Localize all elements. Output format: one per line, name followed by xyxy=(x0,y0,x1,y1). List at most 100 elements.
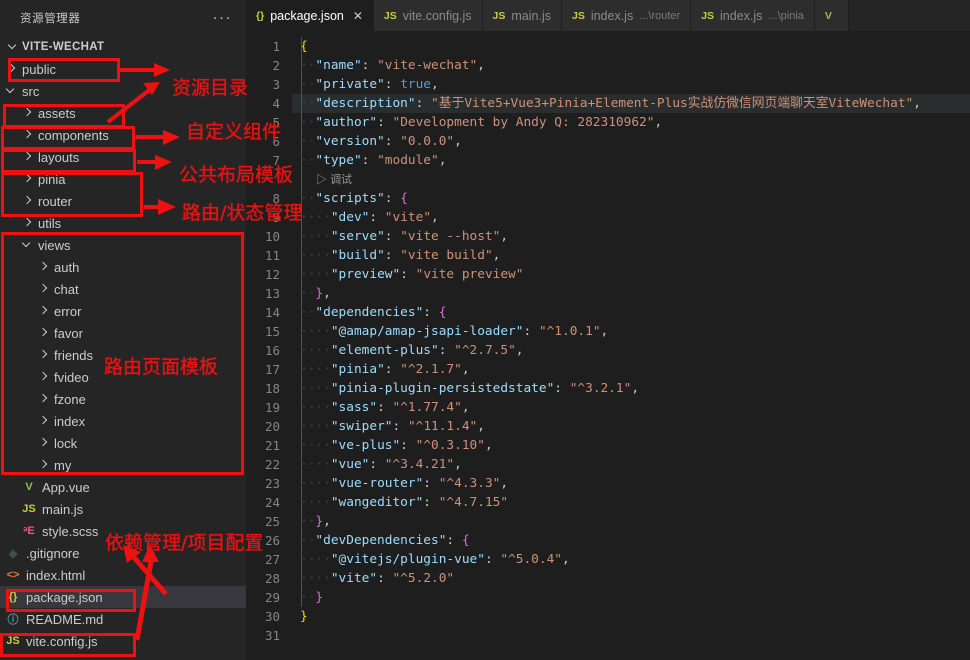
code-token: : xyxy=(377,571,393,586)
tab-index-js-router[interactable]: JS index.js ...\router xyxy=(561,0,692,31)
tree-item-auth[interactable]: auth xyxy=(0,256,246,278)
tree-item-index-html[interactable]: <> index.html xyxy=(0,564,246,586)
code-line[interactable]: ··} xyxy=(292,588,970,607)
code-line[interactable]: ··"description": "基于Vite5+Vue3+Pinia+Ele… xyxy=(292,94,970,113)
code-line[interactable]: ····"build": "vite build", xyxy=(292,246,970,265)
code-token: "^0.3.10" xyxy=(415,438,485,453)
tab-path-hint: ...\router xyxy=(639,9,681,22)
tree-item-src[interactable]: src xyxy=(0,80,246,102)
code-line[interactable]: ··"author": "Development by Andy Q: 2823… xyxy=(292,113,970,132)
tree-item-package-json[interactable]: {} package.json xyxy=(0,586,246,608)
code-token: "vite build" xyxy=(400,248,493,263)
code-line[interactable]: ····"element-plus": "^2.7.5", xyxy=(292,341,970,360)
chevron-right-icon xyxy=(20,105,36,121)
tree-item-label: my xyxy=(54,457,72,473)
ellipsis-icon[interactable]: ··· xyxy=(207,10,239,25)
tree-item-my[interactable]: my xyxy=(0,454,246,476)
tree-item-lock[interactable]: lock xyxy=(0,432,246,454)
workspace-root-label: VITE-WECHAT xyxy=(22,40,105,53)
tree-item-main-js[interactable]: JS main.js xyxy=(0,498,246,520)
indent-guide: ·· xyxy=(315,495,331,510)
tab-vite-config-js[interactable]: JS vite.config.js xyxy=(373,0,483,31)
tree-item-fvideo[interactable]: fvideo xyxy=(0,366,246,388)
tab-vue-file[interactable]: V xyxy=(814,0,849,31)
code-line[interactable]: { xyxy=(292,37,970,56)
file-tree: public src assets components layouts pinia rou… xyxy=(0,58,246,652)
tab-package-json[interactable]: {} package.json ✕ xyxy=(246,0,374,31)
tree-item-style-scss[interactable]: ᵊE style.scss xyxy=(0,520,246,542)
tree-item-layouts[interactable]: layouts xyxy=(0,146,246,168)
tree-item-fzone[interactable]: fzone xyxy=(0,388,246,410)
tab-main-js[interactable]: JS main.js xyxy=(482,0,562,31)
tree-item-pinia[interactable]: pinia xyxy=(0,168,246,190)
code-line[interactable] xyxy=(292,626,970,645)
code-line[interactable]: ··"dependencies": { xyxy=(292,303,970,322)
js-icon: JS xyxy=(6,635,20,647)
tree-item-error[interactable]: error xyxy=(0,300,246,322)
code-line[interactable]: ··"private": true, xyxy=(292,75,970,94)
line-number: 28 xyxy=(264,571,280,586)
code-token: : xyxy=(400,438,416,453)
codelens-row[interactable]: ▷ 调试 xyxy=(292,170,970,189)
tree-item-friends[interactable]: friends xyxy=(0,344,246,366)
tree-item-app-vue[interactable]: V App.vue xyxy=(0,476,246,498)
codelens-debug-action[interactable]: ▷ 调试 xyxy=(316,174,352,186)
tree-item-public[interactable]: public xyxy=(0,58,246,80)
close-icon[interactable]: ✕ xyxy=(353,9,363,23)
code-token: : xyxy=(384,77,401,92)
code-line[interactable]: ····"serve": "vite --host", xyxy=(292,227,970,246)
tree-item-label: chat xyxy=(54,281,79,297)
indent-guide: ·· xyxy=(315,229,331,244)
tree-item-label: friends xyxy=(54,347,94,363)
code-line[interactable]: ····"vue": "^3.4.21", xyxy=(292,455,970,474)
editor-scrollbar[interactable] xyxy=(956,31,970,660)
line-number: 11 xyxy=(264,248,280,263)
workspace-root-row[interactable]: VITE-WECHAT xyxy=(0,35,246,58)
code-line[interactable]: ····"@vitejs/plugin-vue": "^5.0.4", xyxy=(292,550,970,569)
code-line[interactable]: ··"devDependencies": { xyxy=(292,531,970,550)
code-line[interactable]: ··"scripts": { xyxy=(292,189,970,208)
tree-item-favor[interactable]: favor xyxy=(0,322,246,344)
code-content[interactable]: {··"name": "vite-wechat", ··"private": tr… xyxy=(292,31,970,660)
code-line[interactable]: ····"dev": "vite", xyxy=(292,208,970,227)
indent-guide: ·· xyxy=(300,514,316,529)
tree-item-chat[interactable]: chat xyxy=(0,278,246,300)
tree-item-views[interactable]: views xyxy=(0,234,246,256)
tree-item-components[interactable]: components xyxy=(0,124,246,146)
code-line[interactable]: ····"wangeditor": "^4.7.15" xyxy=(292,493,970,512)
tree-item-assets[interactable]: assets xyxy=(0,102,246,124)
code-line[interactable]: ····"vue-router": "^4.3.3", xyxy=(292,474,970,493)
code-line[interactable]: ····"sass": "^1.77.4", xyxy=(292,398,970,417)
tree-item-utils[interactable]: utils xyxy=(0,212,246,234)
code-editor[interactable]: 1234567 8 9 10 11 12 13 14 15 16 17 18 19 20 21 22 23 24… xyxy=(246,31,970,660)
tab-index-js-pinia[interactable]: JS index.js ...\pinia xyxy=(691,0,815,31)
tree-item-vite-config-js[interactable]: JS vite.config.js xyxy=(0,630,246,652)
tree-item-readme-md[interactable]: ⓘ README.md xyxy=(0,608,246,630)
indent-guide: ·· xyxy=(315,552,331,567)
tree-item-label: App.vue xyxy=(42,479,90,495)
code-line[interactable]: ··"name": "vite-wechat", xyxy=(292,56,970,75)
code-line[interactable]: ····"ve-plus": "^0.3.10", xyxy=(292,436,970,455)
tree-item-router[interactable]: router xyxy=(0,190,246,212)
code-line[interactable]: ····"@amap/amap-jsapi-loader": "^1.0.1", xyxy=(292,322,970,341)
code-line[interactable]: ····"vite": "^5.2.0" xyxy=(292,569,970,588)
tree-item--gitignore[interactable]: ◈ .gitignore xyxy=(0,542,246,564)
code-line[interactable]: } xyxy=(292,607,970,626)
info-icon: ⓘ xyxy=(7,614,19,626)
code-line[interactable]: ··}, xyxy=(292,284,970,303)
indent-guide: ·· xyxy=(300,58,316,73)
tree-item-index[interactable]: index xyxy=(0,410,246,432)
code-line[interactable]: ····"preview": "vite preview" xyxy=(292,265,970,284)
code-token: "基于Vite5+Vue3+Pinia+Element-Plus实战仿微信网页端… xyxy=(431,96,914,111)
code-line[interactable]: ··"type": "module", xyxy=(292,151,970,170)
code-line[interactable]: ··}, xyxy=(292,512,970,531)
code-token: "0.0.0" xyxy=(400,134,455,149)
code-line[interactable]: ····"pinia": "^2.1.7", xyxy=(292,360,970,379)
code-line[interactable]: ····"pinia-plugin-persistedstate": "^3.2… xyxy=(292,379,970,398)
code-token: "build" xyxy=(330,248,385,263)
chevron-right-icon xyxy=(36,391,52,407)
code-line[interactable]: ··"version": "0.0.0", xyxy=(292,132,970,151)
code-line[interactable]: ····"swiper": "^11.1.4", xyxy=(292,417,970,436)
line-number: 16 xyxy=(264,343,280,358)
line-number: 6 xyxy=(272,134,280,149)
